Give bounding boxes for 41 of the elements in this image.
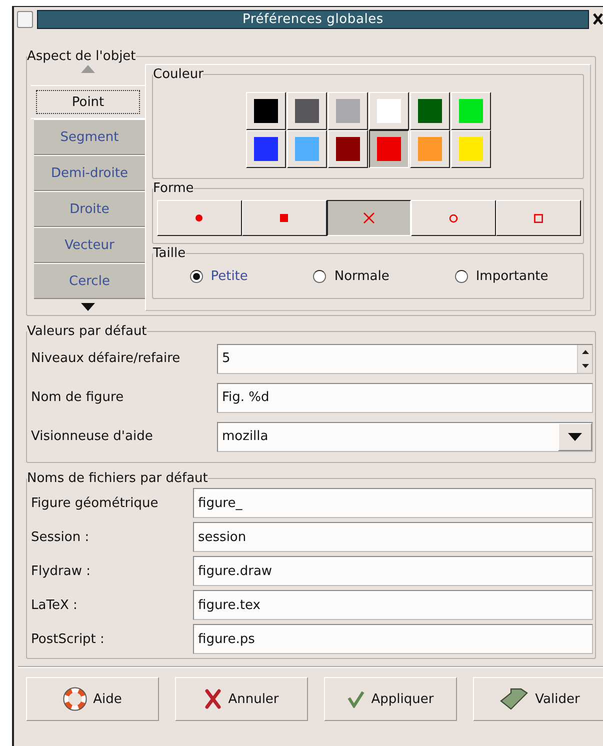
object-tab[interactable]: Point (31, 85, 145, 119)
radio-label: Importante (476, 269, 548, 284)
group-title: Aspect de l'objet (27, 49, 136, 64)
radio-label: Normale (334, 269, 390, 284)
object-tab[interactable]: Segment (34, 119, 145, 155)
object-tab[interactable]: Vecteur (34, 227, 145, 263)
dropdown[interactable]: mozilla (217, 422, 593, 452)
dialog-button[interactable]: Appliquer (324, 677, 457, 721)
dialog-button[interactable]: Valider (473, 677, 603, 721)
text-field[interactable]: figure.tex (193, 590, 593, 620)
field-label: LaTeX : (31, 598, 78, 612)
text-field[interactable]: session (193, 522, 593, 552)
group-title: Noms de fichiers par défaut (27, 471, 208, 486)
spin-value: 5 (221, 350, 232, 368)
size-radio[interactable]: Petite (190, 269, 248, 284)
object-tab[interactable]: Droite (34, 191, 145, 227)
group-title: Taille (153, 246, 186, 261)
field-label: Nom de figure (31, 390, 125, 405)
size-radio[interactable]: Normale (313, 269, 390, 284)
text-field[interactable]: figure.draw (193, 556, 593, 586)
field-label: Flydraw : (31, 564, 92, 578)
text-field[interactable]: figure.ps (193, 624, 593, 654)
object-tab[interactable]: Cercle (34, 263, 145, 299)
object-tab[interactable]: Demi-droite (34, 155, 145, 191)
window-title: Préférences globales (37, 10, 589, 28)
dropdown-value: mozilla (221, 428, 270, 446)
group-title: Couleur (153, 67, 204, 82)
group-title: Forme (153, 181, 194, 196)
size-radio[interactable]: Importante (454, 269, 548, 284)
field-label: Niveaux défaire/refaire (31, 351, 182, 366)
field-label: Session : (31, 530, 90, 544)
field-label: PostScript : (31, 632, 106, 646)
dialog-button[interactable]: Aide (26, 677, 159, 721)
dialog-button[interactable]: Annuler (175, 677, 308, 721)
text-field[interactable]: Fig. %d (217, 382, 593, 412)
radio-label: Petite (210, 269, 248, 284)
field-label: Figure géométrique (31, 496, 160, 510)
spin-box[interactable]: 5 (217, 344, 593, 374)
group-title: Valeurs par défaut (27, 324, 147, 339)
field-label: Visionneuse d'aide (31, 429, 154, 444)
text-field[interactable]: figure_ (193, 488, 593, 518)
